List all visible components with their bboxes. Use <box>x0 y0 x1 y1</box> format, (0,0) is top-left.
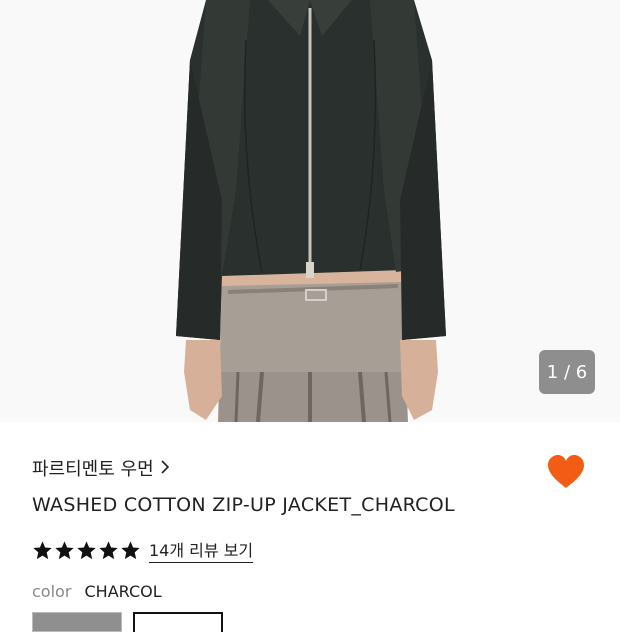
brand-link[interactable]: 파르티멘토 우먼 <box>32 455 170 481</box>
reviews-link[interactable]: 14개 리뷰 보기 <box>149 537 254 563</box>
product-title: WASHED COTTON ZIP-UP JACKET_CHARCOL <box>32 494 455 516</box>
star-icon <box>33 540 52 559</box>
image-counter: 1 / 6 <box>539 350 595 394</box>
jacket-photo <box>0 0 620 422</box>
color-swatch[interactable] <box>32 612 122 632</box>
color-value: CHARCOL <box>84 582 162 601</box>
color-label: color <box>32 582 72 601</box>
star-icon <box>121 540 140 559</box>
like-heart-icon[interactable] <box>546 453 586 493</box>
product-image[interactable]: 1 / 6 <box>0 0 620 422</box>
rating-stars <box>32 540 141 561</box>
color-row: color CHARCOL <box>32 582 162 601</box>
color-swatch-selected[interactable] <box>133 612 223 632</box>
chevron-right-icon <box>160 458 170 479</box>
star-icon <box>99 540 118 559</box>
brand-name: 파르티멘토 우먼 <box>32 459 154 480</box>
star-icon <box>77 540 96 559</box>
rating-row: 14개 리뷰 보기 <box>32 537 254 563</box>
star-icon <box>55 540 74 559</box>
